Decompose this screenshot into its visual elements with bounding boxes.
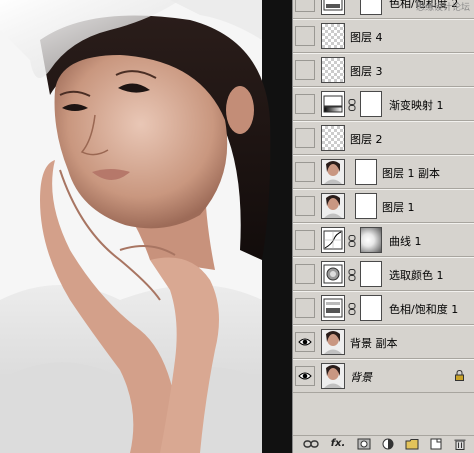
visibility-toggle[interactable] [295,366,315,386]
layer-row[interactable]: 选取颜色 1 [293,257,474,291]
layer-name[interactable]: 曲线 1 [389,233,422,249]
layer-row[interactable]: 图层 1 [293,189,474,223]
layer-mask-thumbnail[interactable] [360,0,382,15]
photo-thumbnail [321,159,345,185]
layer-name[interactable]: 图层 4 [350,29,383,45]
layer-row[interactable]: 图层 3 [293,53,474,87]
layer-name[interactable]: 图层 3 [350,63,383,79]
layer-row[interactable]: 图层 1 副本 [293,155,474,189]
layer-name[interactable]: 图层 2 [350,131,383,147]
selective-color-icon [321,261,345,287]
layer-name[interactable]: 图层 1 副本 [382,165,440,181]
hue-saturation-icon [321,295,345,321]
layer-mask-thumbnail[interactable] [360,91,382,117]
layer-row[interactable]: 背景 副本 [293,325,474,359]
visibility-toggle[interactable] [295,60,315,80]
add-mask-icon[interactable] [357,438,371,450]
visibility-toggle[interactable] [295,196,315,216]
curves-icon [321,227,345,253]
photo-thumbnail [321,329,345,355]
visibility-toggle[interactable] [295,298,315,318]
link-icon[interactable] [348,303,356,315]
layer-name[interactable]: 背景 [350,369,372,385]
layers-panel: 色相/饱和度 2 图层 4 图层 3 渐变映射 1 图层 2 图层 1 副本 图… [292,0,474,453]
layers-toolbar: fx. [293,435,474,453]
link-icon[interactable] [348,269,356,281]
new-group-icon[interactable] [405,438,419,450]
transparent-thumbnail [321,23,345,49]
transparent-thumbnail [321,125,345,151]
portrait-image [0,0,292,453]
layer-row[interactable]: 色相/饱和度 1 [293,291,474,325]
visibility-toggle[interactable] [295,162,315,182]
visibility-toggle[interactable] [295,26,315,46]
trash-icon[interactable] [453,438,467,450]
layer-name[interactable]: 选取颜色 1 [389,267,444,283]
watermark: 思缘设计论坛 [415,3,470,13]
link-icon[interactable] [348,235,356,247]
photo-thumbnail [321,193,345,219]
layer-mask-thumbnail[interactable] [360,261,382,287]
layer-row[interactable]: 渐变映射 1 [293,87,474,121]
layer-name[interactable]: 渐变映射 1 [389,97,444,113]
fx-button[interactable]: fx. [329,438,347,450]
layer-name[interactable]: 色相/饱和度 1 [389,301,458,317]
link-layers-icon[interactable] [303,438,319,450]
visibility-toggle[interactable] [295,230,315,250]
eye-icon [298,372,312,380]
layer-mask-thumbnail[interactable] [360,295,382,321]
layer-row[interactable]: 背景 [293,359,474,393]
layer-row[interactable]: 图层 2 [293,121,474,155]
hue-saturation-icon [321,0,345,15]
visibility-toggle[interactable] [295,94,315,114]
layer-row[interactable]: 曲线 1 [293,223,474,257]
layer-name[interactable]: 背景 副本 [350,335,398,351]
new-layer-icon[interactable] [429,438,443,450]
lock-icon [455,370,464,381]
new-adjustment-icon[interactable] [381,438,395,450]
layer-name[interactable]: 图层 1 [382,199,415,215]
eye-icon [298,338,312,346]
link-icon[interactable] [348,99,356,111]
layer-mask-thumbnail[interactable] [360,227,382,253]
visibility-toggle[interactable] [295,332,315,352]
layer-row[interactable]: 图层 4 [293,19,474,53]
visibility-toggle[interactable] [295,0,315,12]
photo-thumbnail [321,363,345,389]
gradient-map-icon [321,91,345,117]
visibility-toggle[interactable] [295,128,315,148]
visibility-toggle[interactable] [295,264,315,284]
layer-mask-thumbnail[interactable] [355,159,377,185]
canvas-photo[interactable] [0,0,292,453]
transparent-thumbnail [321,57,345,83]
layer-mask-thumbnail[interactable] [355,193,377,219]
